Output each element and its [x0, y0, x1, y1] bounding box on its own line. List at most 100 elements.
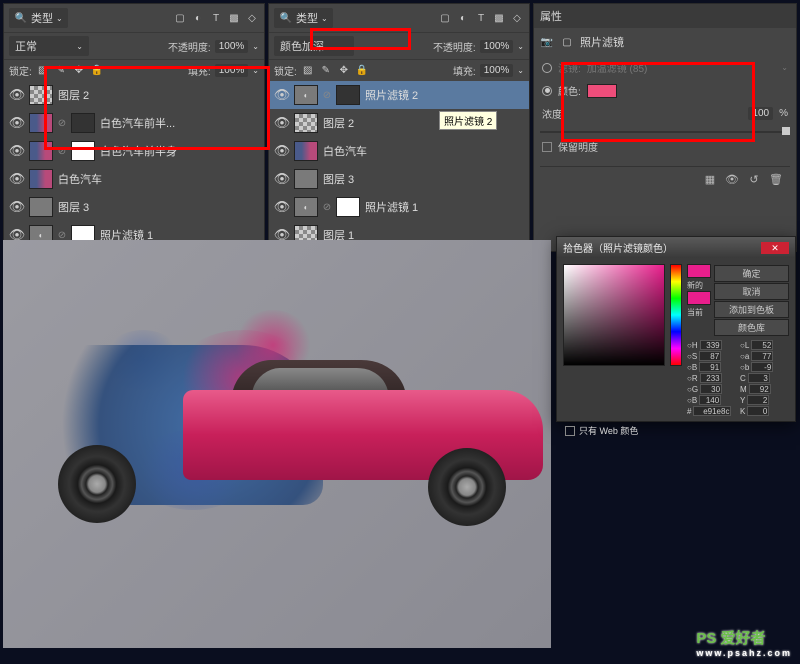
link-icon[interactable]: ⊘	[321, 90, 333, 101]
lock-transparent-icon[interactable]: ▨	[36, 64, 50, 78]
color-field[interactable]	[563, 264, 665, 366]
close-button[interactable]: ✕	[761, 242, 789, 254]
chevron-down-icon[interactable]: ⌄	[252, 66, 259, 75]
layer-thumbnail[interactable]	[29, 85, 53, 105]
fill-value[interactable]: 100%	[480, 64, 514, 77]
layer-item[interactable]: 👁 图层 3	[4, 193, 264, 221]
density-value[interactable]: 100	[748, 107, 773, 120]
filter-shape-icon[interactable]: ▩	[227, 11, 241, 25]
hue-slider[interactable]	[670, 264, 682, 366]
filter-kind-select[interactable]: 🔍 类型 ⌄	[274, 8, 333, 28]
cancel-button[interactable]: 取消	[714, 283, 789, 300]
web-only-checkbox[interactable]	[565, 426, 575, 436]
reset-icon[interactable]: ↺	[746, 171, 762, 187]
canvas[interactable]	[3, 240, 551, 648]
visibility-icon[interactable]: 👁	[8, 199, 26, 215]
filter-type-icon[interactable]: T	[209, 11, 223, 25]
filter-pixel-icon[interactable]: ▢	[173, 11, 187, 25]
opacity-value[interactable]: 100%	[215, 40, 249, 53]
layer-thumbnail[interactable]	[29, 113, 53, 133]
chevron-down-icon[interactable]: ⌄	[517, 42, 524, 51]
add-swatch-button[interactable]: 添加到色板	[714, 301, 789, 318]
link-icon[interactable]: ⊘	[56, 118, 68, 129]
visibility-icon[interactable]: 👁	[273, 199, 291, 215]
checkbox-icon[interactable]	[542, 142, 552, 152]
filter-type-icon[interactable]: T	[474, 11, 488, 25]
chevron-down-icon[interactable]: ⌄	[781, 63, 788, 72]
layer-item[interactable]: 👁 ⊘ 白色汽车前半身	[4, 137, 264, 165]
layer-thumbnail[interactable]	[294, 113, 318, 133]
filter-smart-icon[interactable]: ◇	[510, 11, 524, 25]
visibility-icon[interactable]: 👁	[8, 143, 26, 159]
visibility-icon[interactable]: 👁	[273, 143, 291, 159]
radio-off-icon[interactable]	[542, 63, 552, 73]
layer-name[interactable]: 白色汽车	[58, 171, 260, 187]
chevron-down-icon[interactable]: ⌄	[252, 42, 259, 51]
chevron-down-icon[interactable]: ⌄	[517, 66, 524, 75]
blend-mode-select[interactable]: 正常 ⌄	[9, 36, 89, 56]
link-icon[interactable]: ⊘	[56, 146, 68, 157]
filter-pixel-icon[interactable]: ▢	[438, 11, 452, 25]
layer-name[interactable]: 图层 3	[58, 199, 260, 215]
color-lib-button[interactable]: 颜色库	[714, 319, 789, 336]
filter-smart-icon[interactable]: ◇	[245, 11, 259, 25]
blend-mode-select[interactable]: 颜色加深 ⌄	[274, 36, 354, 56]
visibility-icon[interactable]: 👁	[8, 171, 26, 187]
filter-radio-row[interactable]: 滤镜: 加温滤镜 (85) ⌄	[540, 56, 790, 79]
visibility-icon[interactable]: 👁	[8, 87, 26, 103]
layer-item[interactable]: 👁 白色汽车	[4, 165, 264, 193]
layer-thumbnail[interactable]	[29, 197, 53, 217]
mask-thumbnail[interactable]	[71, 113, 95, 133]
lock-all-icon[interactable]: 🔒	[355, 64, 369, 78]
filter-kind-select[interactable]: 🔍 类型 ⌄	[9, 8, 68, 28]
link-icon[interactable]: ⊘	[321, 202, 333, 213]
visibility-icon[interactable]: 👁	[273, 87, 291, 103]
lock-paint-icon[interactable]: ✎	[54, 64, 68, 78]
layer-thumbnail[interactable]	[29, 141, 53, 161]
layer-thumbnail[interactable]	[294, 169, 318, 189]
visibility-icon[interactable]: 👁	[8, 115, 26, 131]
layer-name[interactable]: 白色汽车前半...	[100, 115, 260, 131]
layer-name[interactable]: 白色汽车	[323, 143, 525, 159]
layer-item[interactable]: 👁 ⊘ 白色汽车前半...	[4, 109, 264, 137]
ok-button[interactable]: 确定	[714, 265, 789, 282]
layer-thumbnail[interactable]	[29, 169, 53, 189]
lock-move-icon[interactable]: ✥	[72, 64, 86, 78]
color-swatch[interactable]	[587, 84, 617, 98]
trash-icon[interactable]: 🗑	[768, 171, 784, 187]
mask-thumbnail[interactable]	[71, 141, 95, 161]
color-radio-row[interactable]: 颜色:	[540, 79, 790, 102]
opacity-value[interactable]: 100%	[480, 40, 514, 53]
layer-name[interactable]: 照片滤镜 2	[365, 87, 525, 103]
clip-icon[interactable]: ▦	[702, 171, 718, 187]
layer-name[interactable]: 图层 2	[58, 87, 260, 103]
layer-item[interactable]: 👁 ◐ ⊘ 照片滤镜 1	[269, 193, 529, 221]
preserve-luminosity-row[interactable]: 保留明度	[540, 135, 790, 158]
visibility-icon[interactable]: 👁	[273, 171, 291, 187]
adjustment-icon[interactable]: ◐	[294, 197, 318, 217]
layer-name[interactable]: 白色汽车前半身	[100, 143, 260, 159]
lock-all-icon[interactable]: 🔒	[90, 64, 104, 78]
slider-thumb-icon[interactable]	[782, 127, 790, 135]
layer-thumbnail[interactable]	[294, 141, 318, 161]
filter-adjust-icon[interactable]: ◐	[456, 11, 470, 25]
layer-item[interactable]: 👁 图层 2	[4, 81, 264, 109]
layer-item[interactable]: 👁 图层 3	[269, 165, 529, 193]
lock-move-icon[interactable]: ✥	[337, 64, 351, 78]
mask-thumbnail[interactable]	[336, 197, 360, 217]
density-slider[interactable]	[540, 131, 790, 133]
layer-item[interactable]: 👁 白色汽车	[269, 137, 529, 165]
radio-on-icon[interactable]	[542, 86, 552, 96]
link-icon[interactable]: ⊘	[56, 230, 68, 241]
lock-paint-icon[interactable]: ✎	[319, 64, 333, 78]
lock-transparent-icon[interactable]: ▨	[301, 64, 315, 78]
mask-thumbnail[interactable]	[336, 85, 360, 105]
view-prev-icon[interactable]: 👁	[724, 171, 740, 187]
adjustment-icon[interactable]: ◐	[294, 85, 318, 105]
layer-name[interactable]: 照片滤镜 1	[365, 199, 525, 215]
layer-item[interactable]: 👁 ◐ ⊘ 照片滤镜 2	[269, 81, 529, 109]
visibility-icon[interactable]: 👁	[273, 115, 291, 131]
filter-adjust-icon[interactable]: ◐	[191, 11, 205, 25]
fill-value[interactable]: 100%	[215, 64, 249, 77]
color-picker-dialog[interactable]: 拾色器（照片滤镜颜色） ✕ 新的 当前 确定 取消 添加到色板 颜色库	[556, 236, 796, 422]
